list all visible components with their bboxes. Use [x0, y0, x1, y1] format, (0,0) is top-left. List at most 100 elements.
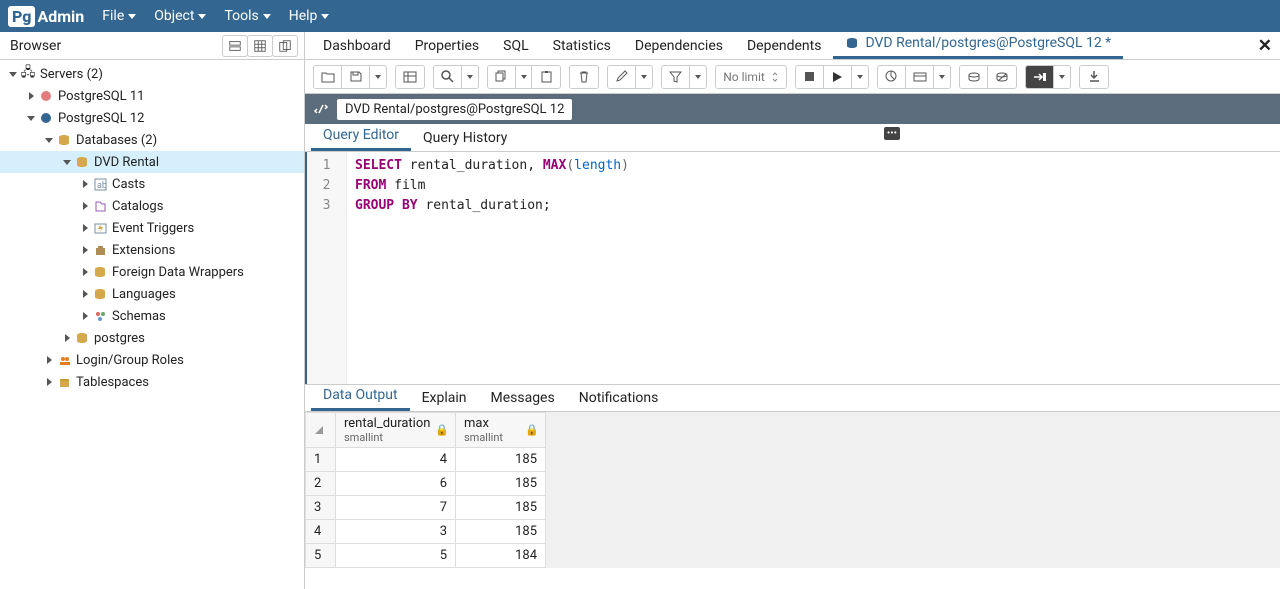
tree-postgres-db[interactable]: postgres	[0, 327, 304, 349]
open-file-button[interactable]	[314, 66, 342, 88]
main-tabs: Dashboard Properties SQL Statistics Depe…	[305, 32, 1280, 60]
delete-button[interactable]	[570, 66, 598, 88]
find-menu-button[interactable]	[462, 66, 478, 88]
save-menu-button[interactable]	[370, 66, 386, 88]
row-header-corner[interactable]	[306, 413, 336, 448]
tab-query-history[interactable]: Query History	[411, 125, 519, 151]
col-header-max[interactable]: maxsmallint🔒	[456, 413, 546, 448]
browser-tool-1[interactable]	[222, 35, 248, 57]
limit-selector[interactable]: No limit	[716, 66, 786, 88]
schemas-icon	[92, 308, 108, 324]
copy-button[interactable]	[488, 66, 516, 88]
tab-dependencies[interactable]: Dependencies	[623, 33, 735, 59]
tab-properties[interactable]: Properties	[403, 33, 491, 59]
stop-button[interactable]	[796, 66, 824, 88]
tab-query-tool[interactable]: DVD Rental/postgres@PostgreSQL 12 *	[833, 30, 1123, 59]
browser-header: Browser	[0, 32, 304, 60]
copy-menu-button[interactable]	[516, 66, 532, 88]
explain-analyze-button[interactable]	[906, 66, 934, 88]
execute-button[interactable]	[824, 66, 852, 88]
filter-button[interactable]	[662, 66, 690, 88]
col-header-rental-duration[interactable]: rental_durationsmallint🔒	[336, 413, 456, 448]
tablespaces-icon	[56, 374, 72, 390]
data-row[interactable]: 55184	[306, 544, 546, 568]
app-logo: PgAdmin	[8, 6, 84, 27]
tree-pg11[interactable]: PostgreSQL 11	[0, 85, 304, 107]
tab-dashboard[interactable]: Dashboard	[311, 33, 403, 59]
data-output-grid[interactable]: rental_durationsmallint🔒 maxsmallint🔒 14…	[305, 412, 1280, 568]
tree-schemas[interactable]: Schemas	[0, 305, 304, 327]
browser-tree[interactable]: 🖧Servers (2) PostgreSQL 11 PostgreSQL 12…	[0, 60, 304, 396]
edit-menu-button[interactable]	[636, 66, 652, 88]
browser-tool-2[interactable]	[247, 35, 273, 57]
tab-data-output[interactable]: Data Output	[311, 382, 410, 411]
tab-dependents[interactable]: Dependents	[735, 33, 833, 59]
explain-button[interactable]	[878, 66, 906, 88]
clear-menu-button[interactable]	[1054, 66, 1070, 88]
menubar: PgAdmin File Object Tools Help	[0, 0, 1280, 32]
tree-fdw[interactable]: Foreign Data Wrappers	[0, 261, 304, 283]
tab-explain[interactable]: Explain	[410, 385, 479, 411]
tree-pg12[interactable]: PostgreSQL 12	[0, 107, 304, 129]
connection-bar: DVD Rental/postgres@PostgreSQL 12	[305, 94, 1280, 124]
languages-icon	[92, 286, 108, 302]
query-toolbar: No limit	[305, 60, 1280, 94]
logo-rest: Admin	[37, 7, 84, 26]
data-row[interactable]: 43185	[306, 520, 546, 544]
event-trigger-icon	[92, 220, 108, 236]
tab-messages[interactable]: Messages	[478, 385, 566, 411]
tab-sql[interactable]: SQL	[491, 33, 540, 59]
save-button[interactable]	[342, 66, 370, 88]
menu-object[interactable]: Object	[154, 8, 206, 24]
tab-statistics[interactable]: Statistics	[541, 33, 623, 59]
browser-panel: Browser 🖧Servers (2) PostgreSQL 11 Postg…	[0, 32, 305, 589]
filter-menu-button[interactable]	[690, 66, 706, 88]
menu-tools[interactable]: Tools	[224, 8, 270, 24]
tree-roles[interactable]: Login/Group Roles	[0, 349, 304, 371]
execute-menu-button[interactable]	[852, 66, 868, 88]
tab-query-editor[interactable]: Query Editor	[311, 122, 411, 151]
scratch-pad-toggle[interactable]: •••	[884, 127, 900, 140]
tree-catalogs[interactable]: Catalogs	[0, 195, 304, 217]
tree-extensions[interactable]: Extensions	[0, 239, 304, 261]
tree-casts[interactable]: abCasts	[0, 173, 304, 195]
tree-servers[interactable]: 🖧Servers (2)	[0, 63, 304, 85]
tab-notifications[interactable]: Notifications	[567, 385, 671, 411]
edit-button[interactable]	[608, 66, 636, 88]
edit-grid-button[interactable]	[396, 66, 424, 88]
tree-dvd-rental[interactable]: DVD Rental	[0, 151, 304, 173]
roles-icon	[56, 352, 72, 368]
data-row[interactable]: 37185	[306, 496, 546, 520]
data-row[interactable]: 14185	[306, 448, 546, 472]
chevron-down-icon	[321, 14, 329, 19]
tab-close-button[interactable]: ✕	[1258, 36, 1272, 56]
menu-help[interactable]: Help	[289, 8, 330, 24]
main-panel: Dashboard Properties SQL Statistics Depe…	[305, 32, 1280, 589]
tree-event-triggers[interactable]: Event Triggers	[0, 217, 304, 239]
sql-editor[interactable]: 1 2 3 SELECT rental_duration, MAX(length…	[305, 152, 1280, 384]
paste-button[interactable]	[532, 66, 560, 88]
tree-languages[interactable]: Languages	[0, 283, 304, 305]
connection-label[interactable]: DVD Rental/postgres@PostgreSQL 12	[337, 99, 572, 120]
casts-icon: ab	[92, 176, 108, 192]
rollback-button[interactable]	[988, 66, 1016, 88]
fdw-icon	[92, 264, 108, 280]
chevron-down-icon	[263, 14, 271, 19]
svg-text:ab: ab	[97, 181, 107, 191]
connection-status-icon	[313, 101, 329, 117]
editor-content[interactable]: SELECT rental_duration, MAX(length) FROM…	[347, 152, 1280, 384]
download-button[interactable]	[1080, 66, 1108, 88]
tree-databases[interactable]: Databases (2)	[0, 129, 304, 151]
query-tool-icon	[845, 36, 859, 50]
data-row[interactable]: 26185	[306, 472, 546, 496]
clear-button[interactable]	[1026, 66, 1054, 88]
commit-button[interactable]	[960, 66, 988, 88]
grid-empty-area	[546, 412, 1280, 568]
find-button[interactable]	[434, 66, 462, 88]
tree-tablespaces[interactable]: Tablespaces	[0, 371, 304, 393]
query-sub-tabs: Query Editor Query History •••	[305, 124, 1280, 152]
elephant-icon	[38, 110, 54, 126]
explain-menu-button[interactable]	[934, 66, 950, 88]
menu-file[interactable]: File	[102, 8, 136, 24]
browser-tool-3[interactable]	[272, 35, 298, 57]
